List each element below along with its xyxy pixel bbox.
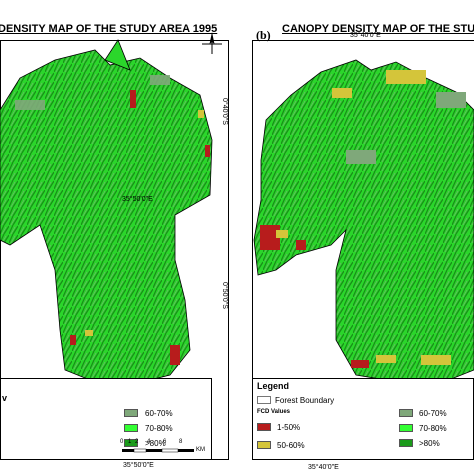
legend-fcd-label: FCD Values xyxy=(257,409,291,415)
legend-label-70-80-a: 70-80% xyxy=(145,424,173,433)
legend-label-70-80-b: 70-80% xyxy=(419,424,447,433)
legend-title-b: Legend xyxy=(257,381,290,391)
scale-tick-8: 8 xyxy=(179,439,183,445)
coord-label-top-right-a: 0°40'0"S xyxy=(221,98,228,125)
legend-swatch-70-80-b xyxy=(399,424,413,432)
scale-tick-4: 4 xyxy=(147,439,151,445)
legend-swatch-50-60 xyxy=(257,441,271,449)
scale-tick-0: 0 xyxy=(120,439,124,445)
legend-swatch-1-50 xyxy=(257,423,271,431)
north-arrow-icon xyxy=(202,32,222,54)
map-panel-b: (b) CANOPY DENSITY MAP OF THE STUDY AREA… xyxy=(236,0,474,474)
legend-label-50-60: 50-60% xyxy=(277,441,305,450)
legend-swatch-60-70-b xyxy=(399,409,413,417)
coord-label-mid-bottom-a: 35°50'0"E xyxy=(122,196,153,203)
panel-divider xyxy=(232,0,235,474)
scale-unit: KM xyxy=(196,447,205,453)
legend-header-a: v xyxy=(2,393,8,403)
legend-swatch-80-b xyxy=(399,439,413,447)
legend-label-80-b: >80% xyxy=(419,439,440,448)
legend-label-boundary: Forest Boundary xyxy=(275,396,335,405)
legend-label-60-70-b: 60-70% xyxy=(419,409,447,418)
map-panel-a: DENSITY MAP OF THE STUDY AREA 1995 0°40'… xyxy=(0,0,230,474)
legend-swatch-60-70-a xyxy=(124,409,138,417)
coord-label-mid-right-a: 0°50'0"S xyxy=(221,282,228,309)
forest-area-b xyxy=(253,59,474,386)
scale-tick-1: 1 xyxy=(128,439,132,445)
legend-b: Legend Forest Boundary FCD Values 1-50% … xyxy=(252,378,474,460)
scale-tick-6: 6 xyxy=(163,439,167,445)
scale-tick-2: 2 xyxy=(135,439,139,445)
legend-swatch-boundary xyxy=(257,396,271,404)
coord-label-bottom-a: 35°50'0"E xyxy=(123,462,154,469)
coord-label-bottom-b: 35°40'0"E xyxy=(308,464,339,471)
legend-label-1-50: 1-50% xyxy=(277,423,301,432)
legend-label-60-70-a: 60-70% xyxy=(145,409,173,418)
legend-swatch-70-80-a xyxy=(124,424,138,432)
